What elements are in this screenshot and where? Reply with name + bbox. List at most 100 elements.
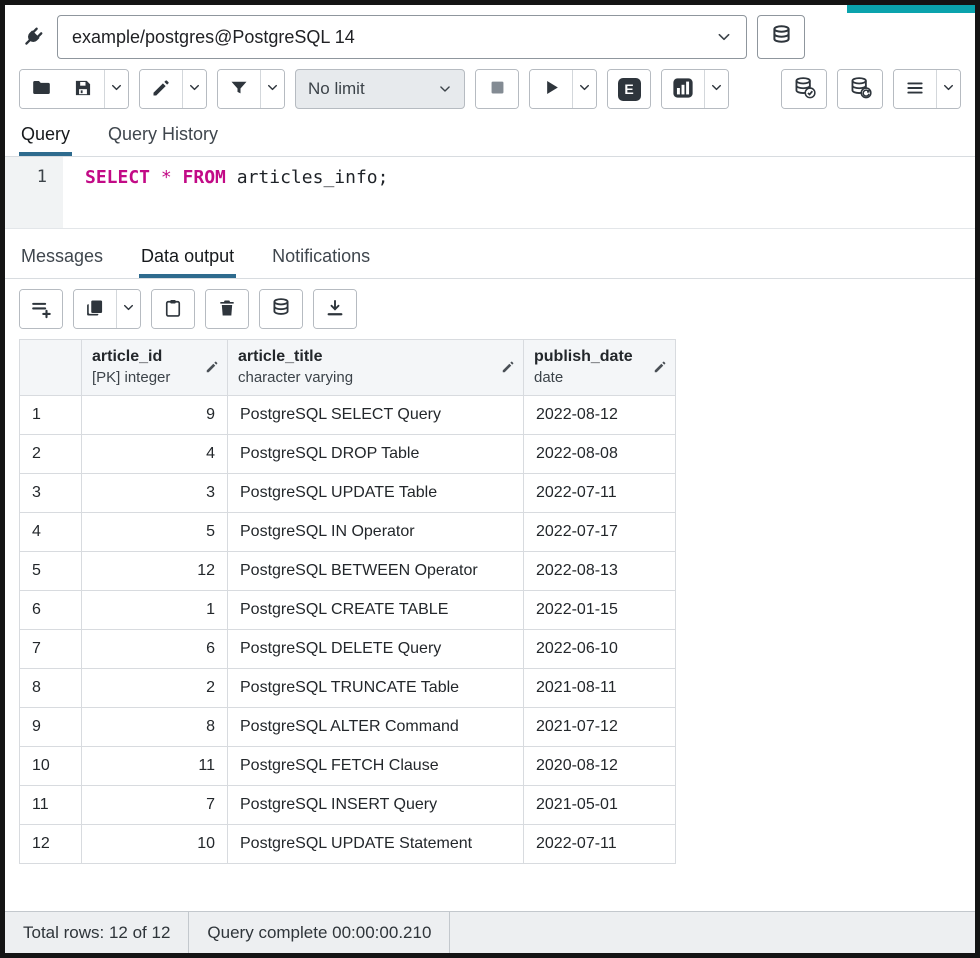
publish-date-cell[interactable]: 2021-08-11 [524,669,676,708]
article-id-cell[interactable]: 1 [82,591,228,630]
delete-row-button[interactable] [206,290,248,328]
connection-select[interactable]: example/postgres@PostgreSQL 14 [57,15,747,59]
row-number-cell[interactable]: 7 [20,630,82,669]
article-title-cell[interactable]: PostgreSQL UPDATE Statement [228,825,524,864]
commit-button[interactable] [782,70,826,108]
tab-data-output[interactable]: Data output [139,239,236,278]
tab-notifications[interactable]: Notifications [270,239,372,278]
rollback-button-group [837,69,883,109]
tab-messages[interactable]: Messages [19,239,105,278]
article-title-cell[interactable]: PostgreSQL DELETE Query [228,630,524,669]
publish-date-cell[interactable]: 2022-07-11 [524,825,676,864]
new-connection-button[interactable] [757,15,805,59]
column-header-article-id[interactable]: article_id [PK] integer [82,340,228,396]
publish-date-cell[interactable]: 2020-08-12 [524,747,676,786]
article-title-cell[interactable]: PostgreSQL ALTER Command [228,708,524,747]
add-row-button-group [19,289,63,329]
row-number-cell[interactable]: 3 [20,474,82,513]
article-title-cell[interactable]: PostgreSQL TRUNCATE Table [228,669,524,708]
add-row-button[interactable] [20,290,62,328]
save-button[interactable] [62,70,104,108]
edit-dropdown-button[interactable] [182,70,206,108]
execute-dropdown-button[interactable] [572,70,596,108]
publish-date-cell[interactable]: 2022-08-12 [524,396,676,435]
explain-button[interactable]: E [608,70,650,108]
publish-date-cell[interactable]: 2022-08-13 [524,552,676,591]
article-id-cell[interactable]: 9 [82,396,228,435]
tab-query[interactable]: Query [19,117,72,156]
chevron-down-icon [426,82,464,96]
article-id-cell[interactable]: 12 [82,552,228,591]
article-title-cell[interactable]: PostgreSQL BETWEEN Operator [228,552,524,591]
row-number-cell[interactable]: 5 [20,552,82,591]
article-title-cell[interactable]: PostgreSQL INSERT Query [228,786,524,825]
article-id-cell[interactable]: 3 [82,474,228,513]
paste-icon [163,298,183,321]
publish-date-cell[interactable]: 2021-07-12 [524,708,676,747]
row-number-cell[interactable]: 11 [20,786,82,825]
execute-button[interactable] [530,70,572,108]
article-id-cell[interactable]: 4 [82,435,228,474]
article-title-cell[interactable]: PostgreSQL FETCH Clause [228,747,524,786]
explain-analyze-button[interactable] [662,70,704,108]
open-file-button[interactable] [20,70,62,108]
row-limit-select[interactable]: No limit [295,69,465,109]
edit-column-icon[interactable] [497,360,515,374]
row-number-cell[interactable]: 1 [20,396,82,435]
copy-button[interactable] [74,290,116,328]
article-title-cell[interactable]: PostgreSQL IN Operator [228,513,524,552]
publish-date-cell[interactable]: 2022-01-15 [524,591,676,630]
chevron-down-icon [266,81,279,97]
publish-date-cell[interactable]: 2022-07-11 [524,474,676,513]
table-row: 82PostgreSQL TRUNCATE Table2021-08-11 [20,669,676,708]
column-header-article-title[interactable]: article_title character varying [228,340,524,396]
row-number-cell[interactable]: 6 [20,591,82,630]
article-id-cell[interactable]: 5 [82,513,228,552]
save-data-button[interactable] [260,290,302,328]
table-row: 61PostgreSQL CREATE TABLE2022-01-15 [20,591,676,630]
sql-code-area[interactable]: SELECT * FROM articles_info; [63,157,975,228]
edit-column-icon[interactable] [649,360,667,374]
row-number-cell[interactable]: 10 [20,747,82,786]
table-row: 19PostgreSQL SELECT Query2022-08-12 [20,396,676,435]
article-id-cell[interactable]: 11 [82,747,228,786]
copy-dropdown-button[interactable] [116,290,140,328]
article-title-cell[interactable]: PostgreSQL DROP Table [228,435,524,474]
article-id-cell[interactable]: 10 [82,825,228,864]
article-id-cell[interactable]: 7 [82,786,228,825]
row-number-cell[interactable]: 2 [20,435,82,474]
filter-button[interactable] [218,70,260,108]
stop-button[interactable] [476,70,518,108]
row-number-cell[interactable]: 8 [20,669,82,708]
macros-dropdown-button[interactable] [936,70,960,108]
article-id-cell[interactable]: 6 [82,630,228,669]
rollback-button[interactable] [838,70,882,108]
edit-column-icon[interactable] [201,360,219,374]
paste-button[interactable] [152,290,194,328]
output-tabs: Messages Data output Notifications [5,239,975,279]
article-title-cell[interactable]: PostgreSQL SELECT Query [228,396,524,435]
publish-date-cell[interactable]: 2022-07-17 [524,513,676,552]
save-icon [73,78,93,101]
row-number-cell[interactable]: 4 [20,513,82,552]
tab-query-history[interactable]: Query History [106,117,220,156]
filter-dropdown-button[interactable] [260,70,284,108]
row-number-cell[interactable]: 12 [20,825,82,864]
macros-button[interactable] [894,70,936,108]
download-button[interactable] [314,290,356,328]
edit-button[interactable] [140,70,182,108]
explain-dropdown-button[interactable] [704,70,728,108]
column-header-publish-date[interactable]: publish_date date [524,340,676,396]
article-id-cell[interactable]: 8 [82,708,228,747]
article-title-cell[interactable]: PostgreSQL UPDATE Table [228,474,524,513]
column-name: article_id [92,347,201,368]
results-grid: article_id [PK] integer article_title [19,339,676,864]
publish-date-cell[interactable]: 2022-06-10 [524,630,676,669]
save-dropdown-button[interactable] [104,70,128,108]
open-file-icon [31,77,52,101]
article-id-cell[interactable]: 2 [82,669,228,708]
publish-date-cell[interactable]: 2021-05-01 [524,786,676,825]
article-title-cell[interactable]: PostgreSQL CREATE TABLE [228,591,524,630]
publish-date-cell[interactable]: 2022-08-08 [524,435,676,474]
row-number-cell[interactable]: 9 [20,708,82,747]
